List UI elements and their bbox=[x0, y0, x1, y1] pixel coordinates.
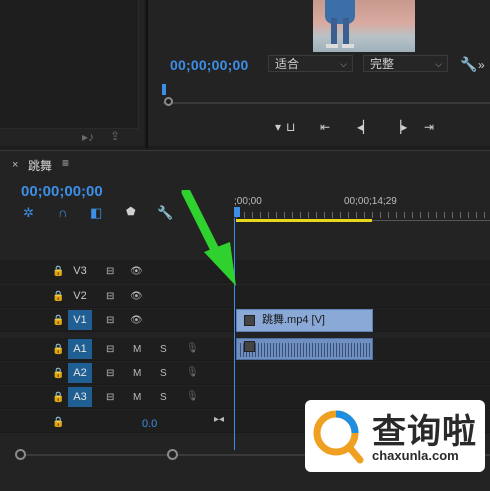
lock-icon[interactable]: 🔒 bbox=[52, 291, 64, 302]
fx-icon bbox=[244, 315, 255, 326]
add-marker-icon[interactable]: ▾ bbox=[275, 120, 281, 134]
scroll-handle-right[interactable] bbox=[167, 449, 178, 460]
lock-icon[interactable]: 🔒 bbox=[52, 315, 64, 326]
microphone-icon[interactable]: 🎙 bbox=[186, 367, 199, 378]
mute-button[interactable]: M bbox=[133, 344, 141, 355]
program-scrub-bar[interactable] bbox=[163, 102, 490, 104]
step-forward-icon[interactable]: ▕▸ bbox=[392, 120, 407, 134]
solo-button[interactable]: S bbox=[160, 344, 167, 355]
lock-icon[interactable]: 🔒 bbox=[52, 266, 64, 277]
ruler-label-end: 00;00;14;29 bbox=[344, 196, 397, 207]
track-name-v1[interactable]: V1 bbox=[68, 310, 92, 330]
track-name-a1[interactable]: A1 bbox=[68, 339, 92, 359]
ruler-ticks bbox=[236, 212, 490, 218]
preview-figure-shoe bbox=[342, 44, 354, 48]
annotation-arrow bbox=[181, 190, 236, 286]
microphone-icon[interactable]: 🎙 bbox=[186, 343, 199, 354]
eye-icon[interactable]: 👁 bbox=[130, 291, 143, 302]
lock-icon[interactable]: 🔒 bbox=[52, 392, 64, 403]
sync-lock-icon[interactable]: ⊟ bbox=[106, 368, 114, 379]
watermark-url: chaxunla.com bbox=[372, 448, 459, 463]
preview-figure-shoe bbox=[326, 44, 338, 48]
watermark-name: 查询啦 bbox=[372, 413, 477, 451]
preview-figure-leg bbox=[331, 18, 337, 44]
track-name-v3[interactable]: V3 bbox=[68, 261, 92, 281]
go-to-end-icon[interactable]: ▸◂ bbox=[214, 414, 224, 425]
preview-figure-shirt bbox=[325, 0, 355, 24]
go-to-in-icon[interactable]: ⇤ bbox=[320, 120, 330, 134]
preview-figure-leg bbox=[343, 18, 349, 44]
eye-icon[interactable]: 👁 bbox=[130, 266, 143, 277]
quality-dropdown-value: 完整 bbox=[370, 57, 395, 71]
eye-icon[interactable]: 👁 bbox=[130, 315, 143, 326]
fx-icon bbox=[244, 341, 255, 352]
close-icon[interactable]: × bbox=[12, 159, 18, 171]
add-marker-icon[interactable]: ⬟ bbox=[126, 205, 136, 218]
step-back-icon[interactable]: ◂▏ bbox=[357, 120, 372, 134]
microphone-icon[interactable]: 🎙 bbox=[186, 391, 199, 402]
lock-icon[interactable]: 🔒 bbox=[52, 368, 64, 379]
program-timecode[interactable]: 00;00;00;00 bbox=[170, 57, 248, 73]
more-icon[interactable]: » bbox=[478, 58, 485, 72]
fit-dropdown[interactable]: 适合 ⌵ bbox=[268, 55, 353, 72]
sync-lock-icon[interactable]: ⊟ bbox=[106, 392, 114, 403]
audio-waveform bbox=[240, 343, 372, 357]
wrench-icon[interactable]: 🔧 bbox=[460, 56, 477, 73]
sequence-tab[interactable]: 跳舞 bbox=[28, 157, 52, 174]
magnifier-logo-icon bbox=[313, 410, 364, 464]
snap-icon[interactable]: ∩ bbox=[58, 205, 67, 220]
track-name-a3[interactable]: A3 bbox=[68, 387, 92, 407]
linked-selection-icon[interactable]: ◧ bbox=[90, 205, 102, 221]
lift-icon[interactable]: ⊔ bbox=[286, 120, 295, 134]
master-volume-value[interactable]: 0.0 bbox=[142, 418, 157, 430]
sync-lock-icon[interactable]: ⊟ bbox=[106, 344, 114, 355]
solo-button[interactable]: S bbox=[160, 392, 167, 403]
work-area-bar[interactable] bbox=[236, 219, 372, 222]
mute-button[interactable]: M bbox=[133, 392, 141, 403]
nest-icon[interactable]: ✲ bbox=[23, 205, 34, 221]
wrench-icon[interactable]: 🔧 bbox=[157, 205, 173, 221]
program-playhead[interactable] bbox=[162, 84, 166, 95]
sync-lock-icon[interactable]: ⊟ bbox=[106, 266, 114, 277]
ruler-label-start: ;00;00 bbox=[234, 196, 262, 207]
fit-dropdown-value: 适合 bbox=[275, 57, 300, 71]
ruler-baseline bbox=[372, 220, 490, 221]
source-monitor-viewer bbox=[0, 0, 139, 129]
lock-icon[interactable]: 🔒 bbox=[52, 344, 64, 355]
mute-button[interactable]: M bbox=[133, 368, 141, 379]
video-clip-label: 跳舞.mp4 [V] bbox=[262, 314, 325, 326]
sync-lock-icon[interactable]: ⊟ bbox=[106, 291, 114, 302]
insert-icon[interactable]: ▸♪ bbox=[82, 130, 94, 144]
go-to-out-icon[interactable]: ⇥ bbox=[424, 120, 434, 134]
timeline-timecode[interactable]: 00;00;00;00 bbox=[21, 183, 103, 200]
solo-button[interactable]: S bbox=[160, 368, 167, 379]
track-name-a2[interactable]: A2 bbox=[68, 363, 92, 383]
arrow-head bbox=[204, 242, 236, 286]
lock-icon[interactable]: 🔒 bbox=[52, 417, 64, 428]
scroll-handle-left[interactable] bbox=[15, 449, 26, 460]
export-frame-icon[interactable]: ⇪ bbox=[110, 129, 120, 143]
track-name-v2[interactable]: V2 bbox=[68, 286, 92, 306]
program-zoom-knob[interactable] bbox=[164, 97, 173, 106]
sync-lock-icon[interactable]: ⊟ bbox=[106, 315, 114, 326]
panel-menu-icon[interactable]: ≡ bbox=[62, 156, 69, 170]
quality-dropdown[interactable]: 完整 ⌵ bbox=[363, 55, 448, 72]
chevron-down-icon: ⌵ bbox=[340, 59, 347, 69]
chevron-down-icon: ⌵ bbox=[435, 59, 442, 69]
